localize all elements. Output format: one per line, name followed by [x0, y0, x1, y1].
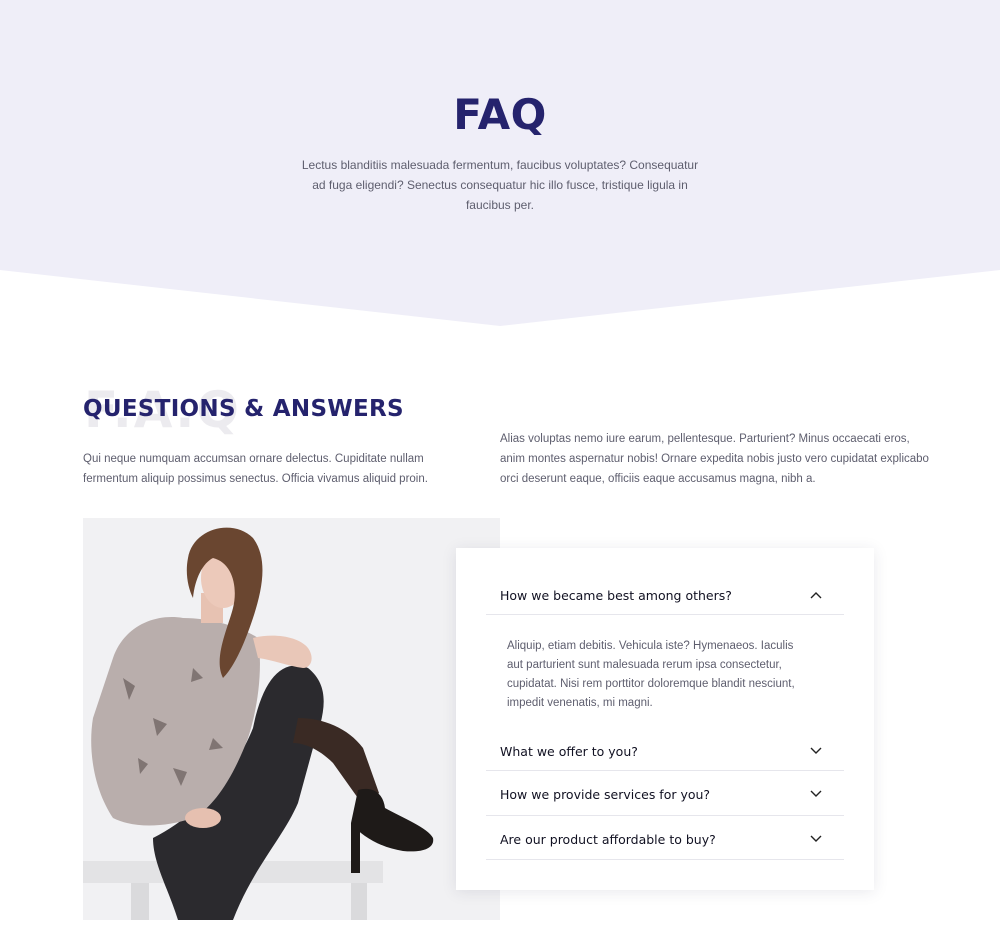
accordion-item[interactable]: Are our product affordable to buy?: [486, 816, 844, 860]
accordion-answer: Aliquip, etiam debitis. Vehicula iste? H…: [507, 640, 795, 709]
chevron-down-icon[interactable]: [810, 790, 822, 798]
intro-text-right: Alias voluptas nemo iure earum, pellente…: [500, 433, 929, 485]
accordion-question[interactable]: How we provide services for you?: [500, 787, 710, 802]
intro-text-left: Qui neque numquam accumsan ornare delect…: [83, 453, 428, 485]
accordion-question[interactable]: What we offer to you?: [500, 744, 638, 759]
chevron-down-icon[interactable]: [810, 747, 822, 755]
chevron-down-icon[interactable]: [810, 835, 822, 843]
hero-section: FAQ Lectus blanditiis malesuada fermentu…: [0, 0, 1000, 330]
accordion-item[interactable]: What we offer to you?: [486, 730, 844, 771]
accordion-item[interactable]: How we provide services for you?: [486, 771, 844, 816]
accordion-item[interactable]: How we became best among others?: [486, 574, 844, 615]
chevron-up-icon[interactable]: [810, 591, 822, 599]
page-title: FAQ: [453, 90, 547, 139]
model-photo: [83, 518, 500, 920]
section-title: QUESTIONS & ANSWERS: [83, 396, 404, 422]
faq-accordion: How we became best among others? Aliquip…: [456, 548, 874, 890]
accordion-question[interactable]: How we became best among others?: [500, 588, 732, 603]
accordion-question[interactable]: Are our product affordable to buy?: [500, 832, 716, 847]
hero-description: Lectus blanditiis malesuada fermentum, f…: [301, 158, 699, 212]
